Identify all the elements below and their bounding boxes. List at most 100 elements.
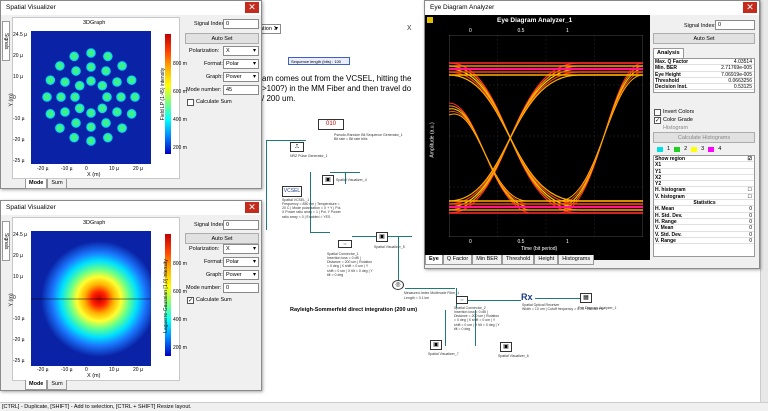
analysis-key: Threshold xyxy=(655,77,680,84)
show-region-checkbox[interactable]: ☑ xyxy=(703,156,754,162)
region-table: Show region ☑ X1 Y1 X2 Y2 H. histogram ☐ V. his… xyxy=(653,155,755,257)
spatial-visualizer-4-block[interactable]: ▣ xyxy=(322,175,334,185)
color-grade-checkbox[interactable]: ✓ xyxy=(654,117,661,124)
signals-side-tab[interactable]: Signals xyxy=(2,21,10,61)
format-select[interactable]: Polar xyxy=(223,257,259,267)
spatial-visualizer-6-block[interactable]: ▣ xyxy=(500,342,512,352)
tab-histograms[interactable]: Histograms xyxy=(558,255,595,265)
eye-diagram-plot[interactable] xyxy=(449,35,643,237)
spatial-connector-2-block[interactable]: ⇔ xyxy=(456,296,468,304)
calculate-sum-checkbox[interactable] xyxy=(187,99,194,106)
mode-lobe xyxy=(86,122,96,132)
prbs-generator-block[interactable]: 010 xyxy=(318,119,344,130)
tick-label: 20 µ xyxy=(133,367,143,373)
tick-label: -20 µ xyxy=(13,337,25,343)
auto-set-button[interactable]: Auto Set xyxy=(185,233,259,244)
spatial-visualizer-window-1[interactable]: Spatial Visualizer ✕ Signals 3DGraph Y (… xyxy=(0,0,262,189)
mode-lobe xyxy=(55,61,65,71)
graph-select[interactable]: Power xyxy=(223,72,259,82)
region-checkbox[interactable]: ☐ xyxy=(703,194,754,200)
auto-set-button[interactable]: Auto Set xyxy=(185,33,259,44)
eye-diagram-analyzer-window[interactable]: Eye Diagram Analyzer ✕ Eye Diagram Analy… xyxy=(424,0,760,269)
tick-label: 1 xyxy=(566,28,569,34)
calculate-sum-checkbox[interactable]: ✓ xyxy=(187,297,194,304)
statistics-key: H. Range xyxy=(655,218,677,225)
tick-label: 20 µ xyxy=(13,53,23,59)
graph-select[interactable]: Power xyxy=(223,270,259,280)
calculate-histograms-button[interactable]: Calculate Histograms xyxy=(653,132,755,143)
mode-number-label: Mode number: xyxy=(186,87,222,93)
region-key: X1 xyxy=(655,162,662,169)
x-axis-label: X (m) xyxy=(87,373,101,379)
tick-label: 200 m xyxy=(173,145,187,151)
mode-number-input[interactable]: 45 xyxy=(223,85,259,95)
spatial-visualizer-7-block[interactable]: ▣ xyxy=(430,340,442,350)
tab-sum[interactable]: Sum xyxy=(47,380,67,390)
spatial-connector-1-block[interactable]: ⇔ xyxy=(338,240,352,248)
mode-number-label: Mode number: xyxy=(186,285,222,291)
tick-label: 1 xyxy=(566,239,569,245)
signal-index-spin[interactable]: 0 xyxy=(715,20,755,30)
tick-label: -20 µ xyxy=(37,166,49,172)
color-selector[interactable]: 1 2 3 4 xyxy=(657,146,721,152)
gaussian-field-plot[interactable] xyxy=(31,231,151,366)
nrz-pulse-generator-block[interactable]: ⎍ xyxy=(290,142,304,152)
tab-mode[interactable]: Mode xyxy=(25,380,48,390)
mode-lobe xyxy=(126,75,137,85)
tab-sum[interactable]: Sum xyxy=(47,179,67,189)
auto-set-button[interactable]: Auto Set xyxy=(653,33,755,44)
mode-lobe xyxy=(116,92,126,102)
statistics-value: 0 xyxy=(749,212,752,219)
signal-index-spin[interactable]: 0 xyxy=(223,19,259,29)
tab-q-factor[interactable]: Q Factor xyxy=(442,255,473,265)
mode-lobe xyxy=(86,62,96,72)
tab-threshold[interactable]: Threshold xyxy=(501,255,535,265)
tick-label: -10 µ xyxy=(13,316,25,322)
tick-label: 400 m xyxy=(173,317,187,323)
spatial-visualizer-6-label: Spatial Visualizer_6 xyxy=(498,354,529,358)
eye-tabs: Eye Q Factor Min BER Threshold Height Histogr… xyxy=(425,255,595,265)
mode-number-input[interactable]: 0 xyxy=(223,283,259,293)
tab-mode[interactable]: Mode xyxy=(25,179,48,189)
graph-toolbar-icon[interactable] xyxy=(427,17,433,23)
signals-side-tab[interactable]: Signals xyxy=(2,221,10,261)
tab-height[interactable]: Height xyxy=(534,255,559,265)
tick-label: 600 m xyxy=(173,89,187,95)
mode-field-plot[interactable] xyxy=(31,31,151,164)
toolbar-close-icon[interactable]: x xyxy=(407,22,412,32)
rx-block[interactable]: Rx xyxy=(521,292,533,302)
invert-colors-checkbox[interactable] xyxy=(654,109,661,116)
intensity-label: Field LP (1:45) intensity xyxy=(160,67,167,121)
mode-lobe xyxy=(86,108,96,118)
mode-lobe xyxy=(74,80,85,91)
spatial-vcsel-block[interactable]: VCSEL xyxy=(282,186,302,197)
tick-label: 24.5 µ xyxy=(13,32,28,38)
tick-label: -25 µ xyxy=(13,158,25,164)
tick-label: 0 xyxy=(13,95,16,101)
multimode-fiber-block[interactable]: ◎ xyxy=(392,280,404,290)
format-select[interactable]: Polar xyxy=(223,59,259,69)
mode-lobe xyxy=(103,51,113,62)
multimode-fiber-label: Measured-Index Multimode Fiber_1 xyxy=(404,291,460,295)
tab-min-ber[interactable]: Min BER xyxy=(472,255,502,265)
region-key: V. histogram xyxy=(655,193,685,200)
polarization-select[interactable]: X xyxy=(223,244,259,254)
region-checkbox[interactable]: ☐ xyxy=(703,187,754,193)
mode-lobe xyxy=(97,80,108,91)
region-key: H. histogram xyxy=(655,187,686,194)
close-icon[interactable]: ✕ xyxy=(743,2,757,13)
spatial-visualizer-window-2[interactable]: Spatial Visualizer ✕ Signals 3DGraph Y (… xyxy=(0,200,262,391)
tab-eye[interactable]: Eye xyxy=(425,255,443,265)
signal-index-spin[interactable]: 0 xyxy=(223,220,259,230)
analysis-key: Decision Inst. xyxy=(655,84,688,91)
polarization-select[interactable]: X xyxy=(223,46,259,56)
analysis-value: 7.06919e-005 xyxy=(721,71,752,78)
statistics-value: 0 xyxy=(749,206,752,213)
eye-diagram-analyzer-block[interactable]: ▦ xyxy=(580,293,592,303)
spatial-visualizer-5-block[interactable]: ▣ xyxy=(376,232,388,242)
close-icon[interactable]: ✕ xyxy=(245,2,259,13)
region-key: Y2 xyxy=(655,181,662,188)
spatial-visualizer-5-label: Spatial Visualizer_5 xyxy=(374,245,405,249)
close-icon[interactable]: ✕ xyxy=(245,202,259,213)
show-region-label: Show region xyxy=(655,156,685,162)
